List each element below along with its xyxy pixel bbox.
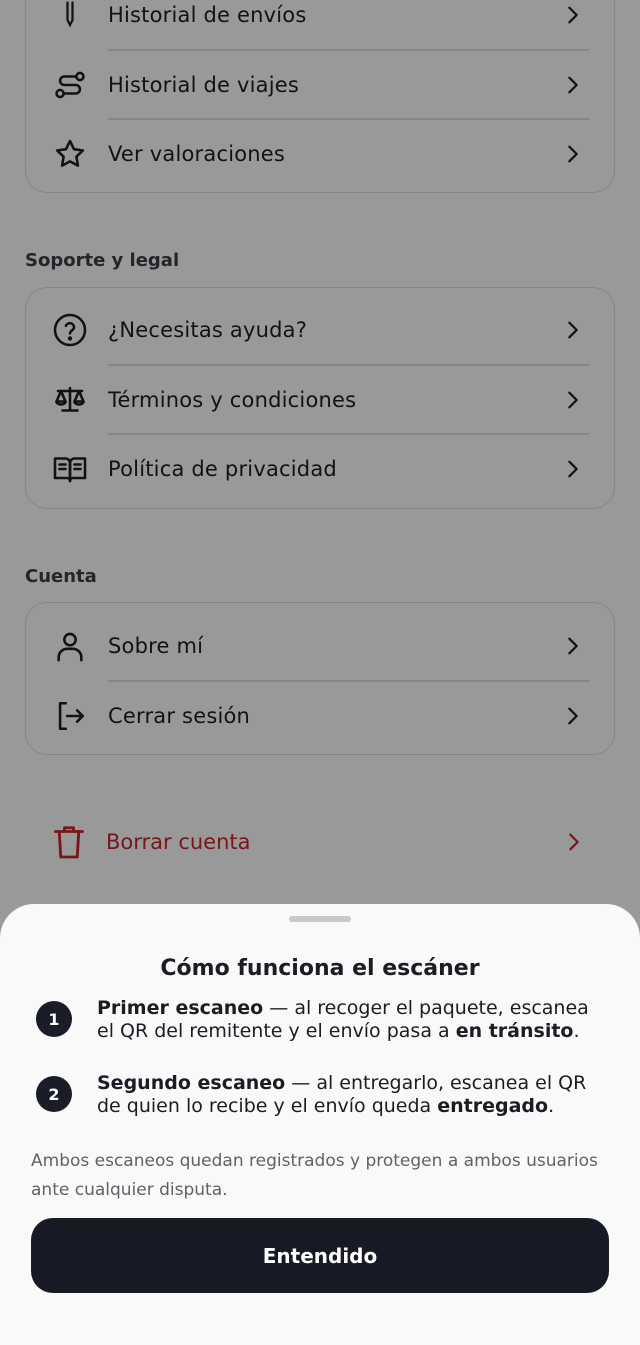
step-status: en tránsito bbox=[455, 1020, 574, 1042]
step-item-2: 2 Segundo escaneo — al entregarlo, escan… bbox=[36, 1072, 610, 1122]
step-text: Segundo escaneo — al entregarlo, escanea… bbox=[97, 1072, 610, 1118]
step-title: Primer escaneo bbox=[97, 997, 264, 1019]
step-status: entregado bbox=[437, 1095, 549, 1117]
step-item-1: 1 Primer escaneo — al recoger el paquete… bbox=[36, 997, 610, 1047]
sheet-title: Cómo funciona el escáner bbox=[160, 956, 480, 981]
step-number-badge: 2 bbox=[36, 1076, 72, 1112]
sheet-note: Ambos escaneos quedan registrados y prot… bbox=[31, 1151, 598, 1200]
sheet-drag-handle[interactable] bbox=[289, 916, 351, 922]
step-number-badge: 1 bbox=[36, 1001, 72, 1037]
scanner-info-sheet: Cómo funciona el escáner 1 Primer escane… bbox=[0, 904, 640, 1345]
understood-button[interactable]: Entendido bbox=[31, 1218, 609, 1293]
step-end: . bbox=[548, 1095, 555, 1117]
step-text: Primer escaneo — al recoger el paquete, … bbox=[97, 997, 610, 1043]
step-end: . bbox=[573, 1020, 580, 1042]
step-title: Segundo escaneo bbox=[97, 1072, 286, 1094]
